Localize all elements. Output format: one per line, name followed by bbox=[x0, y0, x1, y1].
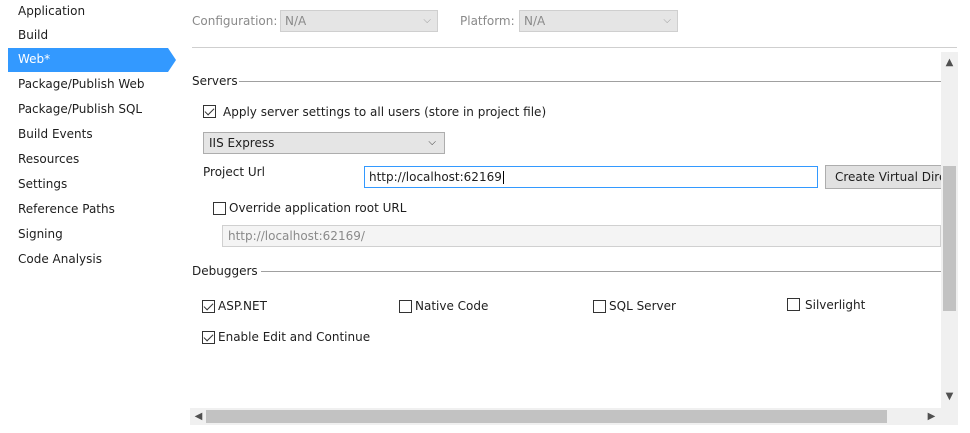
edit-continue-label[interactable]: Enable Edit and Continue bbox=[218, 330, 370, 344]
override-root-url-checkbox[interactable] bbox=[213, 202, 226, 215]
platform-label: Platform: bbox=[460, 14, 515, 28]
chevron-down-icon: ⌵ bbox=[428, 137, 436, 148]
debuggers-header: Debuggers bbox=[192, 264, 258, 278]
create-virtual-directory-button[interactable]: Create Virtual Directory bbox=[825, 165, 955, 189]
divider bbox=[192, 47, 957, 48]
silverlight-checkbox[interactable] bbox=[787, 298, 800, 311]
sidebar-item-signing[interactable]: Signing bbox=[8, 223, 168, 247]
sidebar-item-application[interactable]: Application bbox=[8, 0, 168, 24]
scroll-right-icon[interactable]: ▶ bbox=[923, 408, 940, 425]
project-url-label: Project Url bbox=[203, 165, 265, 179]
horizontal-scrollbar[interactable]: ◀ ▶ bbox=[190, 408, 941, 425]
configuration-label: Configuration: bbox=[192, 14, 278, 28]
sidebar-item-code-analysis[interactable]: Code Analysis bbox=[8, 248, 168, 272]
scroll-down-icon[interactable]: ▼ bbox=[941, 388, 958, 405]
servers-header: Servers bbox=[192, 74, 238, 88]
sidebar-item-build[interactable]: Build bbox=[8, 24, 168, 48]
sql-server-checkbox[interactable] bbox=[593, 300, 606, 313]
server-select[interactable]: IIS Express ⌵ bbox=[203, 132, 445, 154]
chevron-down-icon: ⌵ bbox=[663, 15, 671, 26]
sidebar-item-resources[interactable]: Resources bbox=[8, 148, 168, 172]
apply-all-users-checkbox[interactable] bbox=[203, 105, 216, 118]
native-code-label[interactable]: Native Code bbox=[415, 299, 488, 313]
silverlight-label[interactable]: Silverlight bbox=[805, 298, 865, 312]
text-caret bbox=[502, 171, 504, 184]
sidebar-item-reference-paths[interactable]: Reference Paths bbox=[8, 198, 168, 222]
sidebar: Application Build Web* Package/Publish W… bbox=[0, 0, 178, 433]
vertical-scroll-thumb[interactable] bbox=[943, 166, 956, 311]
override-root-url-label[interactable]: Override application root URL bbox=[229, 201, 406, 215]
scrollbar-corner bbox=[941, 408, 958, 425]
edit-continue-checkbox[interactable] bbox=[202, 331, 215, 344]
sidebar-item-package-publish-sql[interactable]: Package/Publish SQL bbox=[8, 98, 168, 122]
sidebar-item-web[interactable]: Web* bbox=[8, 48, 176, 72]
apply-all-users-label[interactable]: Apply server settings to all users (stor… bbox=[223, 105, 546, 119]
root-url-input: http://localhost:62169/ bbox=[222, 225, 941, 247]
project-url-value: http://localhost:62169 bbox=[369, 170, 502, 184]
servers-divider bbox=[239, 81, 941, 82]
server-select-value: IIS Express bbox=[209, 136, 275, 150]
aspnet-label[interactable]: ASP.NET bbox=[218, 299, 267, 313]
platform-value: N/A bbox=[524, 14, 546, 28]
project-url-input[interactable]: http://localhost:62169 bbox=[364, 166, 818, 188]
configuration-select[interactable]: N/A ⌵ bbox=[280, 10, 438, 32]
sidebar-item-package-publish-web[interactable]: Package/Publish Web bbox=[8, 73, 168, 97]
sidebar-item-settings[interactable]: Settings bbox=[8, 173, 168, 197]
scroll-up-icon[interactable]: ▲ bbox=[941, 54, 958, 71]
sql-server-label[interactable]: SQL Server bbox=[609, 299, 676, 313]
debuggers-divider bbox=[261, 271, 941, 272]
configuration-value: N/A bbox=[285, 14, 307, 28]
scroll-left-icon[interactable]: ◀ bbox=[190, 408, 207, 425]
chevron-down-icon: ⌵ bbox=[423, 15, 431, 26]
platform-select[interactable]: N/A ⌵ bbox=[519, 10, 678, 32]
sidebar-item-build-events[interactable]: Build Events bbox=[8, 123, 168, 147]
native-code-checkbox[interactable] bbox=[399, 300, 412, 313]
vertical-scrollbar[interactable]: ▲ ▼ bbox=[941, 52, 958, 408]
horizontal-scroll-thumb[interactable] bbox=[206, 410, 887, 423]
aspnet-checkbox[interactable] bbox=[202, 300, 215, 313]
